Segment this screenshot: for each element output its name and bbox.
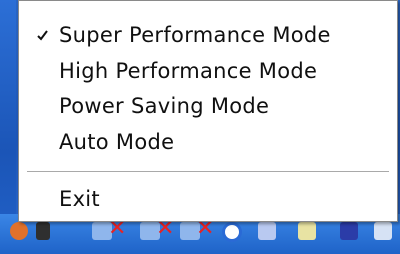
security-icon[interactable] bbox=[222, 222, 242, 242]
power-mode-context-menu: Super Performance Mode High Performance … bbox=[18, 0, 398, 222]
app-icon[interactable] bbox=[10, 222, 28, 240]
menu-item-exit[interactable]: Exit bbox=[19, 182, 395, 216]
speaker-icon[interactable] bbox=[36, 222, 50, 240]
tray-app-icon[interactable] bbox=[374, 222, 392, 240]
tray-app-icon[interactable] bbox=[340, 222, 358, 240]
menu-item-auto-mode[interactable]: Auto Mode bbox=[19, 125, 395, 159]
menu-item-label: Exit bbox=[59, 187, 100, 211]
menu-item-power-saving-mode[interactable]: Power Saving Mode bbox=[19, 89, 395, 123]
checkmark-icon bbox=[37, 30, 48, 41]
menu-item-label: Super Performance Mode bbox=[59, 23, 331, 47]
menu-item-label: Power Saving Mode bbox=[59, 94, 270, 118]
menu-separator bbox=[27, 171, 389, 173]
tray-app-icon[interactable] bbox=[298, 222, 316, 240]
menu-item-high-performance-mode[interactable]: High Performance Mode bbox=[19, 54, 395, 88]
menu-item-label: Auto Mode bbox=[59, 130, 175, 154]
menu-item-super-performance-mode[interactable]: Super Performance Mode bbox=[19, 18, 395, 52]
menu-item-label: High Performance Mode bbox=[59, 59, 318, 83]
tray-app-icon[interactable] bbox=[258, 222, 276, 240]
